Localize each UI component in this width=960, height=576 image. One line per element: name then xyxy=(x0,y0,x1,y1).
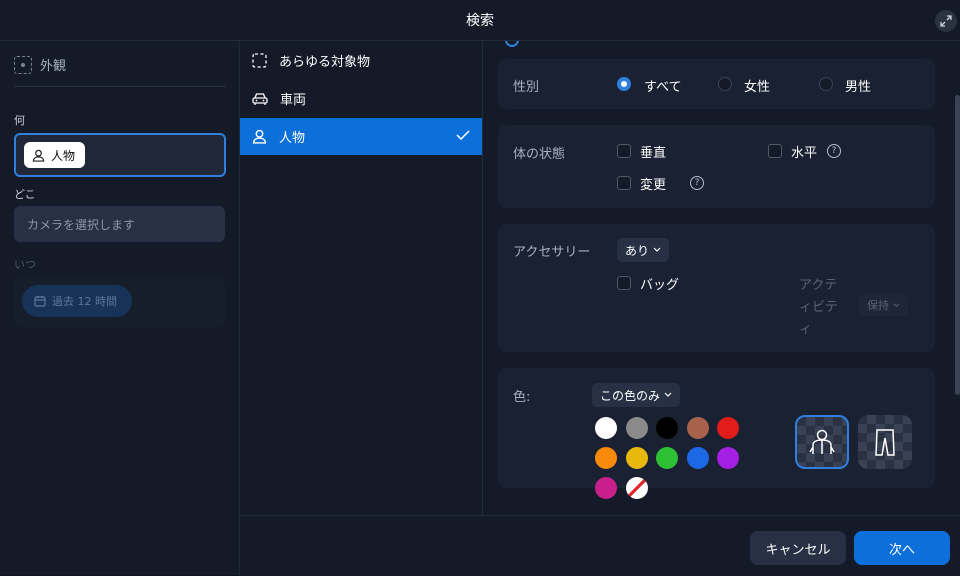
gender-all-label: すべて xyxy=(644,80,682,95)
vertical-checkbox[interactable] xyxy=(617,144,631,158)
body-state-label: 体の状態 xyxy=(513,147,566,162)
appearance-section-header: 外観 xyxy=(14,55,66,74)
color-swatch[interactable] xyxy=(656,417,678,439)
color-swatch[interactable] xyxy=(656,447,678,469)
cancel-button[interactable]: キャンセル xyxy=(750,531,846,565)
what-field[interactable]: 人物 xyxy=(14,133,226,177)
calendar-icon xyxy=(34,296,46,307)
activity-label: アクティビティ xyxy=(799,278,839,337)
change-label: 変更 xyxy=(640,178,667,193)
color-label: 色: xyxy=(513,390,531,405)
what-chip[interactable]: 人物 xyxy=(24,142,86,168)
object-type-label: あらゆる対象物 xyxy=(279,55,371,70)
bag-checkbox[interactable] xyxy=(617,276,631,290)
activity-dropdown: 保持 xyxy=(859,294,908,316)
color-swatch[interactable] xyxy=(625,447,648,469)
color-mode-dropdown[interactable]: この色のみ xyxy=(592,383,681,407)
color-swatch[interactable] xyxy=(595,447,617,469)
when-field: 過去 12 時間 xyxy=(14,277,225,327)
what-chip-label: 人物 xyxy=(51,148,76,163)
chevron-down-icon xyxy=(664,392,672,397)
time-range-pill: 過去 12 時間 xyxy=(22,285,132,317)
object-type-label: 車両 xyxy=(280,93,307,108)
appearance-title: 外観 xyxy=(40,59,67,74)
attribute-panel: 性別 すべて 女性 男性 体の状態 垂直 水平 ? 変更 ? アクセサリー あり… xyxy=(483,41,960,515)
color-swatch[interactable] xyxy=(595,477,617,499)
dashed-square-icon xyxy=(252,53,267,68)
what-label: 何 xyxy=(14,114,25,127)
window-title: 検索 xyxy=(466,13,494,29)
divider xyxy=(14,86,226,87)
color-swatch[interactable] xyxy=(595,417,617,439)
gender-female-label: 女性 xyxy=(744,80,771,95)
object-type-list: あらゆる対象物 車両 人物 xyxy=(240,41,483,515)
upper-body-icon xyxy=(809,429,835,454)
color-card: 色: この色のみ xyxy=(498,368,935,499)
car-icon xyxy=(252,92,268,105)
chevron-down-icon xyxy=(653,247,661,252)
upper-body-tile[interactable] xyxy=(795,415,849,469)
pants-icon xyxy=(875,429,895,456)
scrollbar[interactable] xyxy=(955,95,960,395)
color-swatch[interactable] xyxy=(717,417,739,439)
camera-select-placeholder: カメラを選択します xyxy=(27,217,136,232)
color-swatch[interactable] xyxy=(625,417,648,439)
expand-icon xyxy=(940,15,952,27)
camera-select-field[interactable]: カメラを選択します xyxy=(14,206,225,242)
color-mode-value: この色のみ xyxy=(600,388,661,403)
gender-female-radio[interactable] xyxy=(718,77,732,91)
accessory-card: アクセサリー あり バッグ アクティビティ 保持 xyxy=(498,224,935,352)
no-color-swatch[interactable] xyxy=(625,477,648,499)
vertical-label: 垂直 xyxy=(640,146,667,161)
bag-label: バッグ xyxy=(640,278,680,293)
change-checkbox[interactable] xyxy=(617,176,631,190)
gender-all-radio[interactable] xyxy=(617,77,631,91)
gender-male-radio[interactable] xyxy=(819,77,833,91)
appearance-icon xyxy=(14,55,32,74)
gender-male-label: 男性 xyxy=(845,80,872,95)
search-criteria-pane: 外観 何 人物 どこ カメラを選択します いつ 過去 12 時間 xyxy=(0,41,240,575)
person-icon xyxy=(252,129,267,144)
object-type-any[interactable]: あらゆる対象物 xyxy=(240,42,482,79)
activity-dropdown-value: 保持 xyxy=(867,299,889,312)
when-label: いつ xyxy=(14,258,36,271)
accessory-label: アクセサリー xyxy=(513,245,591,260)
body-state-card: 体の状態 垂直 水平 ? 変更 ? xyxy=(498,125,935,208)
chevron-down-icon xyxy=(893,302,900,307)
object-type-label: 人物 xyxy=(279,131,306,146)
color-swatch[interactable] xyxy=(717,447,739,469)
help-icon[interactable]: ? xyxy=(827,144,841,158)
horizontal-checkbox[interactable] xyxy=(768,144,782,158)
object-type-vehicle[interactable]: 車両 xyxy=(240,80,482,117)
color-swatch[interactable] xyxy=(686,417,709,439)
next-button[interactable]: 次へ xyxy=(854,531,950,565)
pants-tile[interactable] xyxy=(858,415,912,469)
title-bar: 検索 xyxy=(0,0,960,41)
accessory-dropdown[interactable]: あり xyxy=(617,238,670,262)
expand-button[interactable] xyxy=(935,10,957,32)
person-icon xyxy=(32,149,45,162)
dialog-footer: キャンセル 次へ xyxy=(240,515,960,576)
accessory-dropdown-value: あり xyxy=(625,243,650,258)
help-icon[interactable]: ? xyxy=(690,176,704,190)
gender-card: 性別 すべて 女性 男性 xyxy=(498,59,935,109)
time-range-value: 過去 12 時間 xyxy=(52,295,117,308)
checkmark-icon xyxy=(456,130,470,141)
horizontal-label: 水平 xyxy=(791,146,818,161)
object-type-person[interactable]: 人物 xyxy=(240,118,482,155)
gender-label: 性別 xyxy=(513,80,540,95)
color-swatch[interactable] xyxy=(686,447,709,469)
where-label: どこ xyxy=(14,188,36,201)
partial-radio-icon xyxy=(505,41,519,47)
